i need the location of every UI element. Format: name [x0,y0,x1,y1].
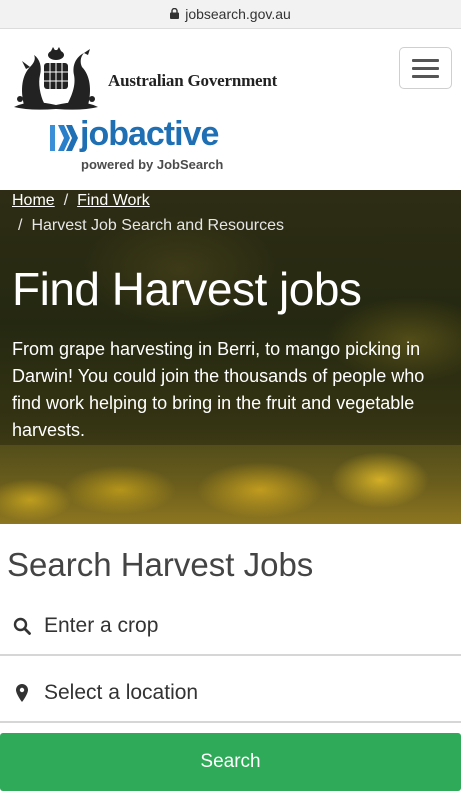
search-icon [12,616,32,636]
page-title: Find Harvest jobs [12,263,362,315]
address-bar[interactable]: jobsearch.gov.au [0,0,461,29]
brand-tagline: powered by JobSearch [81,157,224,172]
crop-input[interactable]: Enter a crop [0,598,461,656]
menu-button[interactable] [399,47,452,89]
url-text: jobsearch.gov.au [185,6,291,22]
hero-banner: Home / Find Work / Harvest Job Search and R… [0,190,461,524]
breadcrumb-current-label: Harvest Job Search and Resources [31,217,285,234]
location-select[interactable]: Select a location [0,665,461,723]
crop-input-placeholder: Enter a crop [44,614,159,637]
breadcrumb-separator: / [63,192,69,209]
coat-of-arms-icon[interactable] [10,45,102,113]
brand-name[interactable]: jobactive [80,117,219,151]
site-header: Australian Government jobactive powered … [0,29,461,190]
menu-icon [412,58,439,62]
breadcrumb-home-link[interactable]: Home [12,192,55,209]
location-pin-icon [12,683,32,703]
search-section-title: Search Harvest Jobs [7,546,314,583]
hero-description: From grape harvesting in Berri, to mango… [12,339,425,440]
breadcrumb-find-work-link[interactable]: Find Work [77,192,150,209]
breadcrumb-current: / Harvest Job Search and Resources [18,217,285,234]
search-button[interactable]: Search [0,733,461,791]
jobactive-mark-icon [50,125,78,151]
gov-name: Australian Government [108,71,278,90]
breadcrumb: Home / Find Work [12,192,150,210]
lock-icon [170,7,180,19]
location-select-placeholder: Select a location [44,681,199,704]
